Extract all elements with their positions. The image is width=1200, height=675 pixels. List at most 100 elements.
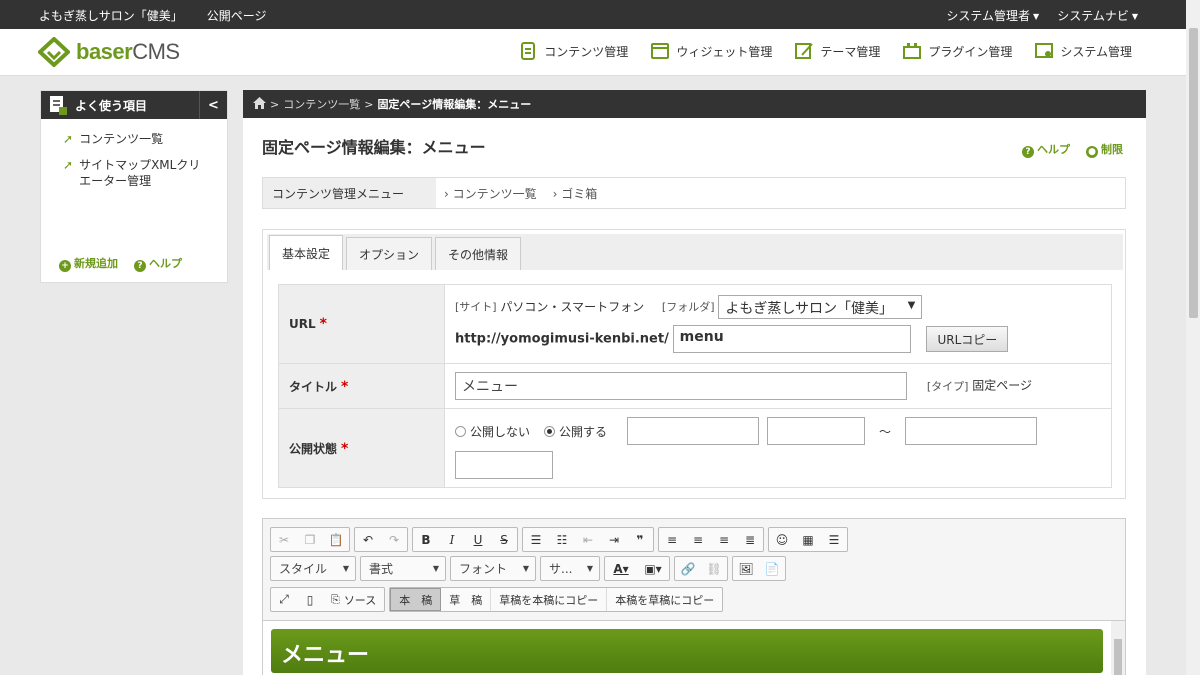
image-icon[interactable]: 🖼 <box>733 557 759 580</box>
copy-icon[interactable]: ❐ <box>297 528 323 551</box>
numbered-list-icon[interactable]: ☰ <box>523 528 549 551</box>
sidebar-help-button[interactable]: ? ヘルプ <box>134 255 182 272</box>
main-nav: コンテンツ管理 ウィジェット管理 テーマ管理 プラグイン管理 システム管理 <box>518 41 1132 61</box>
tab-basic[interactable]: 基本設定 <box>269 235 344 270</box>
align-center-icon[interactable]: ≡ <box>685 528 711 551</box>
content-menu-label: コンテンツ管理メニュー <box>263 178 436 208</box>
underline-icon[interactable]: U <box>465 528 491 551</box>
main-draft-button[interactable]: 本 稿 <box>390 588 442 611</box>
horizontal-rule-icon[interactable]: ☰ <box>821 528 847 551</box>
link-icon[interactable]: 🔗 <box>675 557 701 580</box>
folder-select[interactable]: よもぎ蒸しサロン「健美」 ▼ <box>718 295 923 319</box>
bold-icon[interactable]: B <box>413 528 439 551</box>
nav-contents[interactable]: コンテンツ管理 <box>518 41 628 61</box>
editor-scrollbar[interactable] <box>1111 621 1125 675</box>
content-list-link[interactable]: › コンテンツ一覧 <box>444 185 537 202</box>
paste-icon[interactable]: 📋 <box>323 528 349 551</box>
system-admin-menu[interactable]: システム管理者 ▼ <box>946 7 1039 24</box>
plus-icon: + <box>59 260 71 272</box>
editor-toolbar-row-2: スタイル ▼ 書式 ▼ フォント ▼ サ... ▼ A▾ ▣▾ 🔗 ⛓ 🖼 📄 <box>270 556 786 581</box>
contents-icon <box>521 42 536 60</box>
rich-text-editor: ✂ ❐ 📋 ↶ ↷ B I U S ☰ ☷ ⇤ ⇥ ❞ ≡ ≡ ≡ ≣ ☺ ▦ … <box>262 518 1126 675</box>
editor-content-area[interactable]: メニュー <box>263 620 1125 675</box>
favorites-header: よく使う項目 < <box>41 91 227 119</box>
align-right-icon[interactable]: ≡ <box>711 528 737 551</box>
editor-scrollbar-thumb[interactable] <box>1114 639 1122 675</box>
redo-icon[interactable]: ↷ <box>381 528 407 551</box>
publish-begin-time-input[interactable] <box>767 417 866 445</box>
content-management-menu: コンテンツ管理メニュー › コンテンツ一覧 › ゴミ箱 <box>262 177 1126 209</box>
blockquote-icon[interactable]: ❞ <box>627 528 653 551</box>
edit-form-panel: 基本設定 オプション その他情報 URL * [サイト] パソコン・スマートフォン… <box>262 229 1126 499</box>
add-favorite-button[interactable]: + 新規追加 <box>59 255 118 272</box>
copy-main-to-draft-button[interactable]: 本稿を草稿にコピー <box>607 588 722 611</box>
status-private-radio[interactable]: 公開しない <box>455 423 530 440</box>
format-combo[interactable]: 書式 ▼ <box>360 556 446 581</box>
cut-icon[interactable]: ✂ <box>271 528 297 551</box>
nav-plugin[interactable]: プラグイン管理 <box>902 41 1012 61</box>
breadcrumb-current: 固定ページ情報編集：メニュー <box>377 98 532 111</box>
page-help-button[interactable]: ? ヘルプ <box>1022 141 1070 158</box>
site-name-link[interactable]: よもぎ蒸しサロン「健美」 <box>39 7 183 24</box>
bulleted-list-icon[interactable]: ☷ <box>549 528 575 551</box>
document-icon[interactable]: 📄 <box>759 557 785 580</box>
header: baserCMS コンテンツ管理 ウィジェット管理 テーマ管理 プラグイン管理 … <box>0 29 1186 76</box>
tab-other-info[interactable]: その他情報 <box>435 237 522 270</box>
publish-end-time-input[interactable] <box>455 451 553 479</box>
draft-button[interactable]: 草 稿 <box>441 588 492 611</box>
outdent-icon[interactable]: ⇤ <box>575 528 601 551</box>
system-icon <box>1035 43 1054 58</box>
scrollbar-thumb[interactable] <box>1189 28 1198 318</box>
undo-icon[interactable]: ↶ <box>355 528 381 551</box>
help-icon: ? <box>134 260 146 272</box>
table-icon[interactable]: ▦ <box>795 528 821 551</box>
title-label: タイトル * <box>278 363 445 409</box>
widget-icon <box>651 43 670 59</box>
align-left-icon[interactable]: ≡ <box>659 528 685 551</box>
style-combo[interactable]: スタイル ▼ <box>270 556 356 581</box>
status-label: 公開状態 * <box>278 408 445 488</box>
status-public-radio[interactable]: 公開する <box>544 423 607 440</box>
sidebar-item-contents[interactable]: ➚ コンテンツ一覧 <box>63 131 227 147</box>
system-nav-menu[interactable]: システムナビ ▼ <box>1057 7 1138 24</box>
show-blocks-icon[interactable]: ▯ <box>297 588 323 611</box>
strikethrough-icon[interactable]: S <box>491 528 517 551</box>
url-name-input[interactable]: menu <box>672 325 911 353</box>
url-label: URL * <box>278 284 445 364</box>
nav-theme[interactable]: テーマ管理 <box>794 41 880 61</box>
publish-begin-date-input[interactable] <box>627 417 760 445</box>
nav-system[interactable]: システム管理 <box>1034 41 1132 61</box>
home-icon[interactable] <box>253 96 266 112</box>
sidebar-item-sitemap[interactable]: ➚ サイトマップXMLクリエーター管理 <box>63 157 203 189</box>
copy-draft-to-main-button[interactable]: 草稿を本稿にコピー <box>491 588 608 611</box>
restrict-button[interactable]: ● 制限 <box>1086 141 1123 158</box>
title-input[interactable]: メニュー <box>455 372 907 400</box>
page-scrollbar[interactable] <box>1186 0 1200 675</box>
text-color-icon[interactable]: A▾ <box>605 557 637 580</box>
trash-link[interactable]: › ゴミ箱 <box>553 185 598 202</box>
help-icon: ? <box>1022 146 1034 158</box>
source-button[interactable]: ⎘ ソース <box>323 588 384 611</box>
nav-widget[interactable]: ウィジェット管理 <box>650 41 772 61</box>
sidebar-collapse-button[interactable]: < <box>199 91 227 119</box>
caret-down-icon: ▼ <box>432 564 439 573</box>
favorites-list: ➚ コンテンツ一覧 ➚ サイトマップXMLクリエーター管理 <box>41 119 227 189</box>
smiley-icon[interactable]: ☺ <box>769 528 795 551</box>
indent-icon[interactable]: ⇥ <box>601 528 627 551</box>
tab-options[interactable]: オプション <box>346 237 433 270</box>
public-page-link[interactable]: 公開ページ <box>207 7 267 24</box>
font-combo[interactable]: フォント ▼ <box>450 556 536 581</box>
align-justify-icon[interactable]: ≣ <box>737 528 763 551</box>
size-combo[interactable]: サ... ▼ <box>540 556 600 581</box>
main-content: > コンテンツ一覧 > 固定ページ情報編集：メニュー 固定ページ情報編集：メニュ… <box>243 90 1146 675</box>
url-copy-button[interactable]: URLコピー <box>926 326 1009 352</box>
tab-bar: 基本設定 オプション その他情報 <box>267 234 1123 270</box>
publish-end-date-input[interactable] <box>905 417 1038 445</box>
background-color-icon[interactable]: ▣▾ <box>637 557 669 580</box>
site-value: パソコン・スマートフォン <box>500 299 645 314</box>
maximize-icon[interactable]: ⤢ <box>271 588 297 611</box>
basercms-logo[interactable]: baserCMS <box>38 37 180 67</box>
italic-icon[interactable]: I <box>439 528 465 551</box>
breadcrumb-contents-link[interactable]: コンテンツ一覧 <box>283 96 360 112</box>
unlink-icon[interactable]: ⛓ <box>701 557 727 580</box>
